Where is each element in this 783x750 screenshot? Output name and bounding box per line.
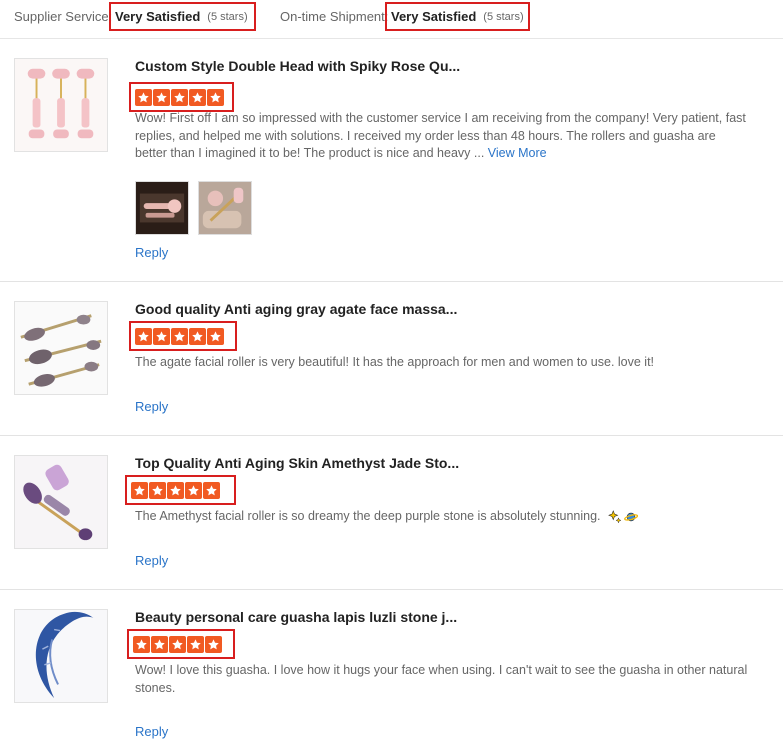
review-item: Good quality Anti aging gray agate face … [0,282,783,436]
product-thumbnail[interactable] [14,58,108,152]
review-photos [135,181,252,235]
review-item: Top Quality Anti Aging Skin Amethyst Jad… [0,436,783,590]
reply-link[interactable]: Reply [135,399,168,414]
star-icon [135,327,152,345]
shipment-label: On-time Shipment: [280,9,389,24]
supplier-service-value: Very Satisfied [115,9,201,24]
star-icon [203,481,220,499]
review-text: The agate facial roller is very beautifu… [135,355,655,369]
rating-summary: Supplier Service: Very Satisfied (5 star… [0,0,783,39]
star-rating [127,629,235,659]
review-text: The Amethyst facial roller is so dreamy … [135,508,750,526]
product-title[interactable]: Good quality Anti aging gray agate face … [135,301,457,317]
view-more-link[interactable]: View More [488,146,547,160]
star-icon [207,327,224,345]
star-icon [151,635,168,653]
product-title[interactable]: Custom Style Double Head with Spiky Rose… [135,58,460,74]
supplier-service-label: Supplier Service: [14,9,113,24]
supplier-service-stars: (5 stars) [207,10,248,23]
product-title[interactable]: Beauty personal care guasha lapis luzli … [135,609,457,625]
product-thumbnail[interactable] [14,609,108,703]
review-photo[interactable] [198,181,252,235]
shipment-stars: (5 stars) [483,10,524,23]
star-icon [171,88,188,106]
star-icon [149,481,166,499]
sparkle-icon [608,509,622,524]
star-icon [205,635,222,653]
star-icon [133,635,150,653]
product-thumbnail[interactable] [14,301,108,395]
review-text: Wow! I love this guasha. I love how it h… [135,663,748,695]
review-item: Custom Style Double Head with Spiky Rose… [0,39,783,282]
review-body: The Amethyst facial roller is so dreamy … [135,509,601,523]
star-rating [129,321,237,351]
review-text: Wow! First off I am so impressed with th… [135,110,750,163]
star-icon [167,481,184,499]
star-rating [125,475,236,505]
star-icon [189,88,206,106]
star-icon [187,635,204,653]
star-icon [207,88,224,106]
star-icon [153,327,170,345]
review-body: Wow! First off I am so impressed with th… [135,111,746,160]
star-rating [129,82,234,112]
reply-link[interactable]: Reply [135,553,168,568]
star-icon [153,88,170,106]
star-icon [189,327,206,345]
emoji-group [608,509,639,524]
reply-link[interactable]: Reply [135,245,168,260]
star-icon [131,481,148,499]
product-thumbnail[interactable] [14,455,108,549]
star-icon [171,327,188,345]
review-photo[interactable] [135,181,189,235]
star-icon [169,635,186,653]
reply-link[interactable]: Reply [135,724,168,739]
supplier-service-rating: Very Satisfied (5 stars) [109,2,256,31]
review-item: Beauty personal care guasha lapis luzli … [0,590,783,750]
star-icon [185,481,202,499]
shipment-rating: Very Satisfied (5 stars) [385,2,530,31]
planet-icon [624,512,639,521]
product-title[interactable]: Top Quality Anti Aging Skin Amethyst Jad… [135,455,459,471]
shipment-value: Very Satisfied [391,9,477,24]
star-icon [135,88,152,106]
